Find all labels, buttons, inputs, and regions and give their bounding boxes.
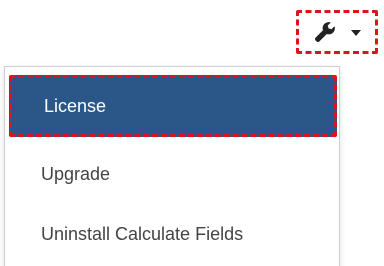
menu-item-label: Upgrade (41, 163, 111, 184)
settings-dropdown-toggle[interactable] (296, 10, 378, 54)
page: License Upgrade Uninstall Calculate Fiel… (0, 0, 384, 266)
settings-dropdown-menu: License Upgrade Uninstall Calculate Fiel… (4, 66, 340, 266)
menu-item-uninstall-calculate-fields[interactable]: Uninstall Calculate Fields (5, 202, 339, 266)
menu-item-label: License (44, 95, 107, 116)
menu-item-license[interactable]: License (9, 75, 337, 137)
menu-item-label: Uninstall Calculate Fields (41, 223, 244, 244)
menu-item-upgrade[interactable]: Upgrade (5, 142, 339, 206)
caret-down-icon (351, 29, 361, 36)
wrench-icon (315, 22, 335, 42)
